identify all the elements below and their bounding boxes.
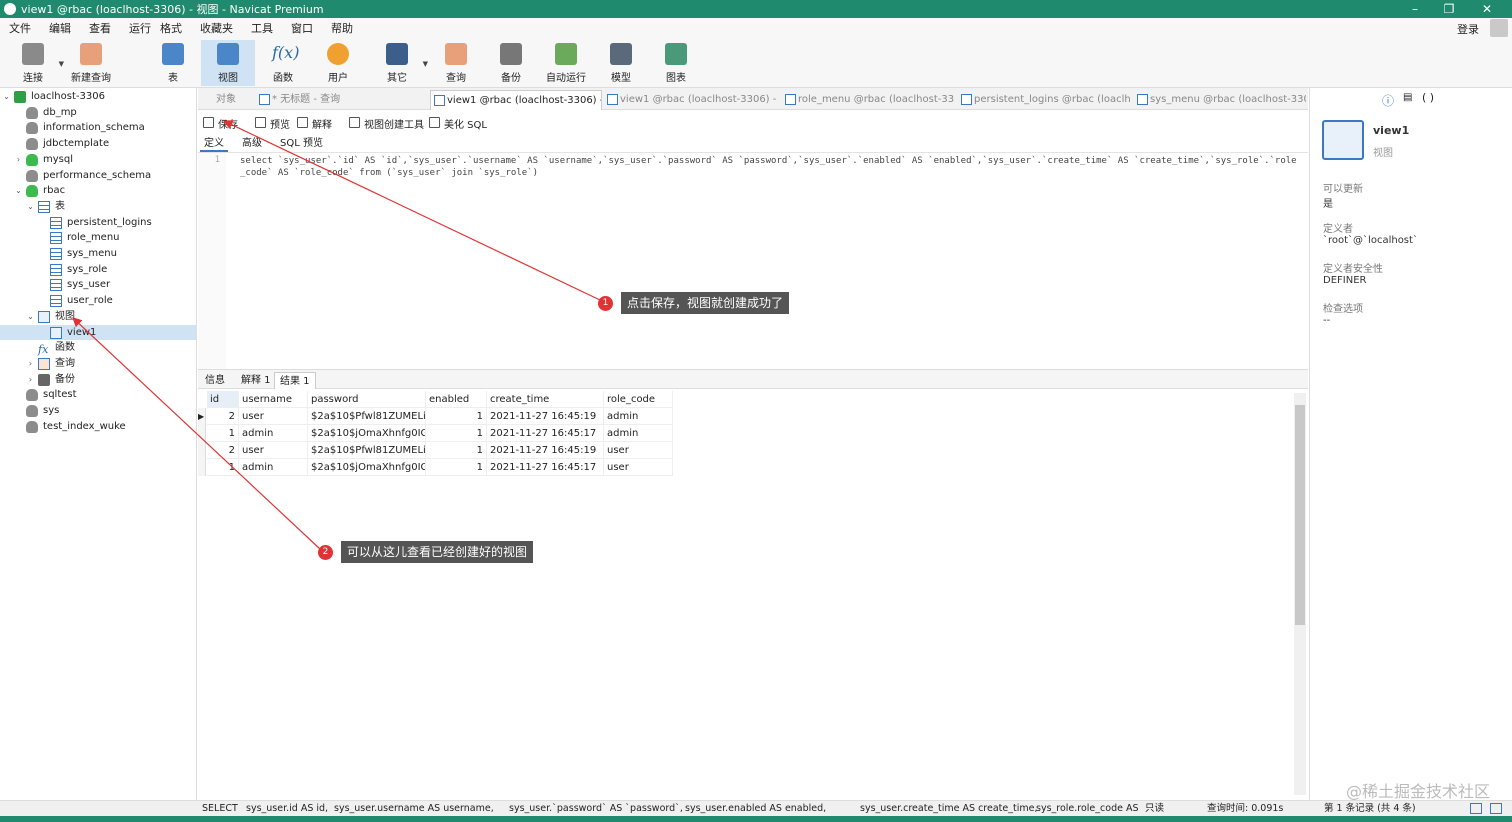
arrow-to-views [72, 317, 321, 550]
annotation-badge-1: 1 [598, 296, 613, 311]
annotation-arrows [72, 120, 601, 550]
annotation-callout-2: 可以从这儿查看已经创建好的视图 [341, 541, 534, 563]
annotation-badge-2: 2 [318, 545, 333, 560]
watermark: @稀土掘金技术社区 [1345, 782, 1490, 801]
annotation-callout-1: 点击保存，视图就创建成功了 [621, 292, 790, 314]
arrow-to-save [222, 120, 601, 301]
